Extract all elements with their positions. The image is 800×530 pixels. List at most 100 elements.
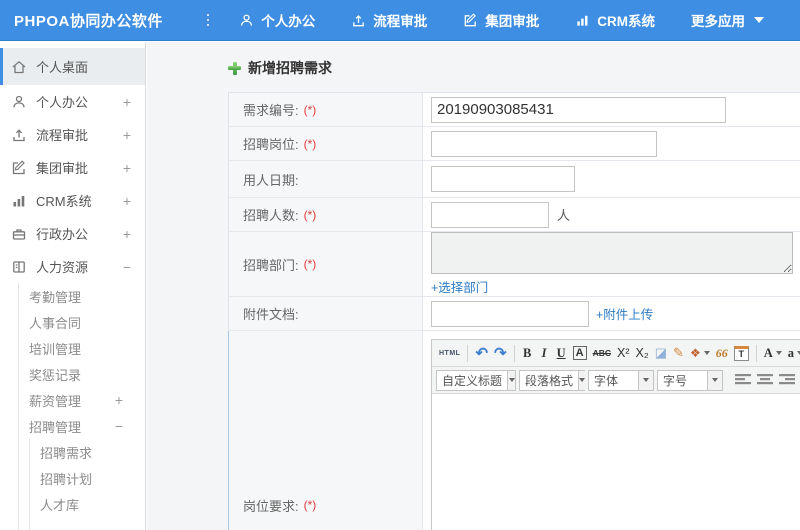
align-left-icon[interactable]	[735, 373, 751, 387]
required-mark: (*)	[303, 102, 317, 117]
toolbar-separator	[513, 344, 515, 362]
sidebar-item-recruit-demand[interactable]: 招聘需求	[30, 439, 145, 465]
editor-toolbar-row1: HTML ↶ ↷ B I U A ABC X² X₂ ◪ ✎ ❖ 66 T A …	[432, 340, 800, 367]
caret-down-icon	[775, 351, 782, 355]
superscript-button[interactable]: X²	[614, 343, 633, 363]
undo-button[interactable]: ↶	[472, 343, 491, 363]
sidebar-hr-submenu: 考勤管理 人事合同 培训管理 奖惩记录 薪资管理 + 招聘管理 − 招聘需求 招…	[18, 283, 145, 530]
expand-icon[interactable]: +	[123, 94, 131, 110]
font-family-select[interactable]: 字体	[588, 369, 654, 391]
sidebar-item-salary[interactable]: 薪资管理 +	[19, 387, 145, 413]
user-icon	[11, 94, 27, 110]
background-color-button[interactable]: a	[785, 343, 800, 363]
demand-no-input[interactable]	[431, 96, 726, 123]
sidebar-item-label: 招聘需求	[40, 445, 93, 461]
label-text: 附件文档:	[243, 307, 299, 322]
sidebar-item-label: 人事合同	[29, 315, 82, 331]
redo-button[interactable]: ↷	[491, 343, 510, 363]
field-label: 招聘人数: (*)	[229, 198, 423, 231]
sidebar-item-talent-pool[interactable]: 人才库	[30, 491, 145, 517]
required-mark: (*)	[303, 498, 317, 512]
main-content: 新增招聘需求 需求编号: (*) 招聘岗位: (*)	[147, 42, 800, 530]
align-right-icon[interactable]	[779, 373, 795, 387]
topbar: PHPOA协同办公软件 个人办公 流程审批 集团审批 CRM系统 更多应用	[0, 0, 800, 41]
expand-icon[interactable]: +	[123, 160, 131, 176]
caret-down-icon	[507, 370, 515, 390]
html-source-button[interactable]: HTML	[436, 343, 463, 363]
bar-chart-icon	[11, 193, 27, 209]
expand-icon[interactable]: +	[123, 127, 131, 143]
paste-button[interactable]: T	[731, 343, 752, 363]
sidebar-item-label: 考勤管理	[29, 289, 82, 305]
sidebar-item-group-approval[interactable]: 集团审批 +	[0, 151, 145, 184]
sidebar-item-desktop[interactable]: 个人桌面	[0, 48, 145, 85]
sidebar-item-rewards[interactable]: 奖惩记录	[19, 361, 145, 387]
highlight-color-button[interactable]: ❖	[687, 343, 713, 363]
select-department-link[interactable]: +选择部门	[431, 277, 488, 296]
sidebar-item-training[interactable]: 培训管理	[19, 335, 145, 361]
sidebar-item-hr[interactable]: 人力资源 −	[0, 250, 145, 283]
sidebar-item-workflow-approval[interactable]: 流程审批 +	[0, 118, 145, 151]
nav-group-approval[interactable]: 集团审批	[463, 10, 539, 30]
nav-label: 更多应用	[691, 14, 745, 29]
nav-more-apps[interactable]: 更多应用	[691, 10, 764, 30]
field-label: 需求编号: (*)	[229, 93, 423, 126]
expand-icon[interactable]: +	[123, 193, 131, 209]
underline-button[interactable]: U	[553, 343, 570, 363]
nav-personal-office[interactable]: 个人办公	[239, 10, 315, 30]
collapse-icon[interactable]: −	[123, 259, 131, 275]
font-color-button[interactable]: A	[761, 343, 785, 363]
subscript-button[interactable]: X₂	[632, 343, 651, 363]
upload-attachment-link[interactable]: +附件上传	[596, 304, 653, 323]
sidebar-item-label: 薪资管理	[29, 393, 82, 409]
page-title: 新增招聘需求	[228, 58, 800, 78]
sidebar-item-label: 个人桌面	[36, 60, 89, 75]
field-label: 岗位要求: (*)	[229, 331, 423, 530]
format-brush-button[interactable]: ✎	[670, 343, 687, 363]
paragraph-format-select[interactable]: 段落格式	[519, 369, 586, 391]
collapse-icon[interactable]: −	[115, 418, 123, 434]
add-icon	[228, 61, 241, 75]
form-row-headcount: 招聘人数: (*) 人	[229, 198, 800, 232]
field-label: 用人日期:	[229, 161, 423, 197]
workflow-icon	[11, 127, 27, 143]
sidebar-item-recruit-mgmt[interactable]: 招聘管理 −	[19, 413, 145, 439]
italic-button[interactable]: I	[536, 343, 553, 363]
attachment-input[interactable]	[431, 300, 589, 327]
department-textarea[interactable]	[431, 232, 793, 274]
editor-content-area[interactable]	[432, 394, 800, 530]
blockquote-button[interactable]: 66	[713, 343, 731, 363]
nav-workflow-approval[interactable]: 流程审批	[351, 10, 427, 30]
workflow-icon	[351, 13, 366, 28]
font-size-select[interactable]: 字号	[657, 369, 723, 391]
nav-crm[interactable]: CRM系统	[575, 10, 655, 30]
expand-icon[interactable]: +	[123, 226, 131, 242]
sidebar-item-label: 流程审批	[36, 128, 89, 143]
nav-label: CRM系统	[597, 14, 655, 29]
sidebar-item-admin-office[interactable]: 行政办公 +	[0, 217, 145, 250]
field-label: 招聘岗位: (*)	[229, 127, 423, 160]
menu-icon[interactable]	[206, 14, 210, 26]
strikethrough-button[interactable]: ABC	[590, 343, 614, 363]
custom-title-select[interactable]: 自定义标题	[436, 369, 516, 391]
rich-text-editor: HTML ↶ ↷ B I U A ABC X² X₂ ◪ ✎ ❖ 66 T A …	[431, 339, 800, 530]
font-dialog-button[interactable]: A	[570, 343, 590, 363]
user-icon	[239, 13, 254, 28]
page-title-text: 新增招聘需求	[248, 60, 332, 76]
expand-icon[interactable]: +	[115, 392, 123, 408]
position-input[interactable]	[431, 130, 657, 157]
headcount-input[interactable]	[431, 201, 549, 228]
nav-label: 集团审批	[485, 14, 540, 29]
sidebar-item-attendance[interactable]: 考勤管理	[19, 283, 145, 309]
edit-square-icon	[463, 12, 478, 28]
bold-button[interactable]: B	[519, 343, 536, 363]
align-center-icon[interactable]	[757, 373, 773, 387]
hire-date-input[interactable]	[431, 166, 575, 192]
sidebar-item-hr-contract[interactable]: 人事合同	[19, 309, 145, 335]
remove-format-button[interactable]: ◪	[652, 343, 670, 363]
sidebar-item-crm[interactable]: CRM系统 +	[0, 184, 145, 217]
sidebar-item-personal-office[interactable]: 个人办公 +	[0, 85, 145, 118]
sidebar-item-recruit-plan[interactable]: 招聘计划	[30, 465, 145, 491]
field-label: 招聘部门: (*)	[229, 232, 423, 296]
app-brand: PHPOA协同办公软件	[14, 12, 163, 30]
